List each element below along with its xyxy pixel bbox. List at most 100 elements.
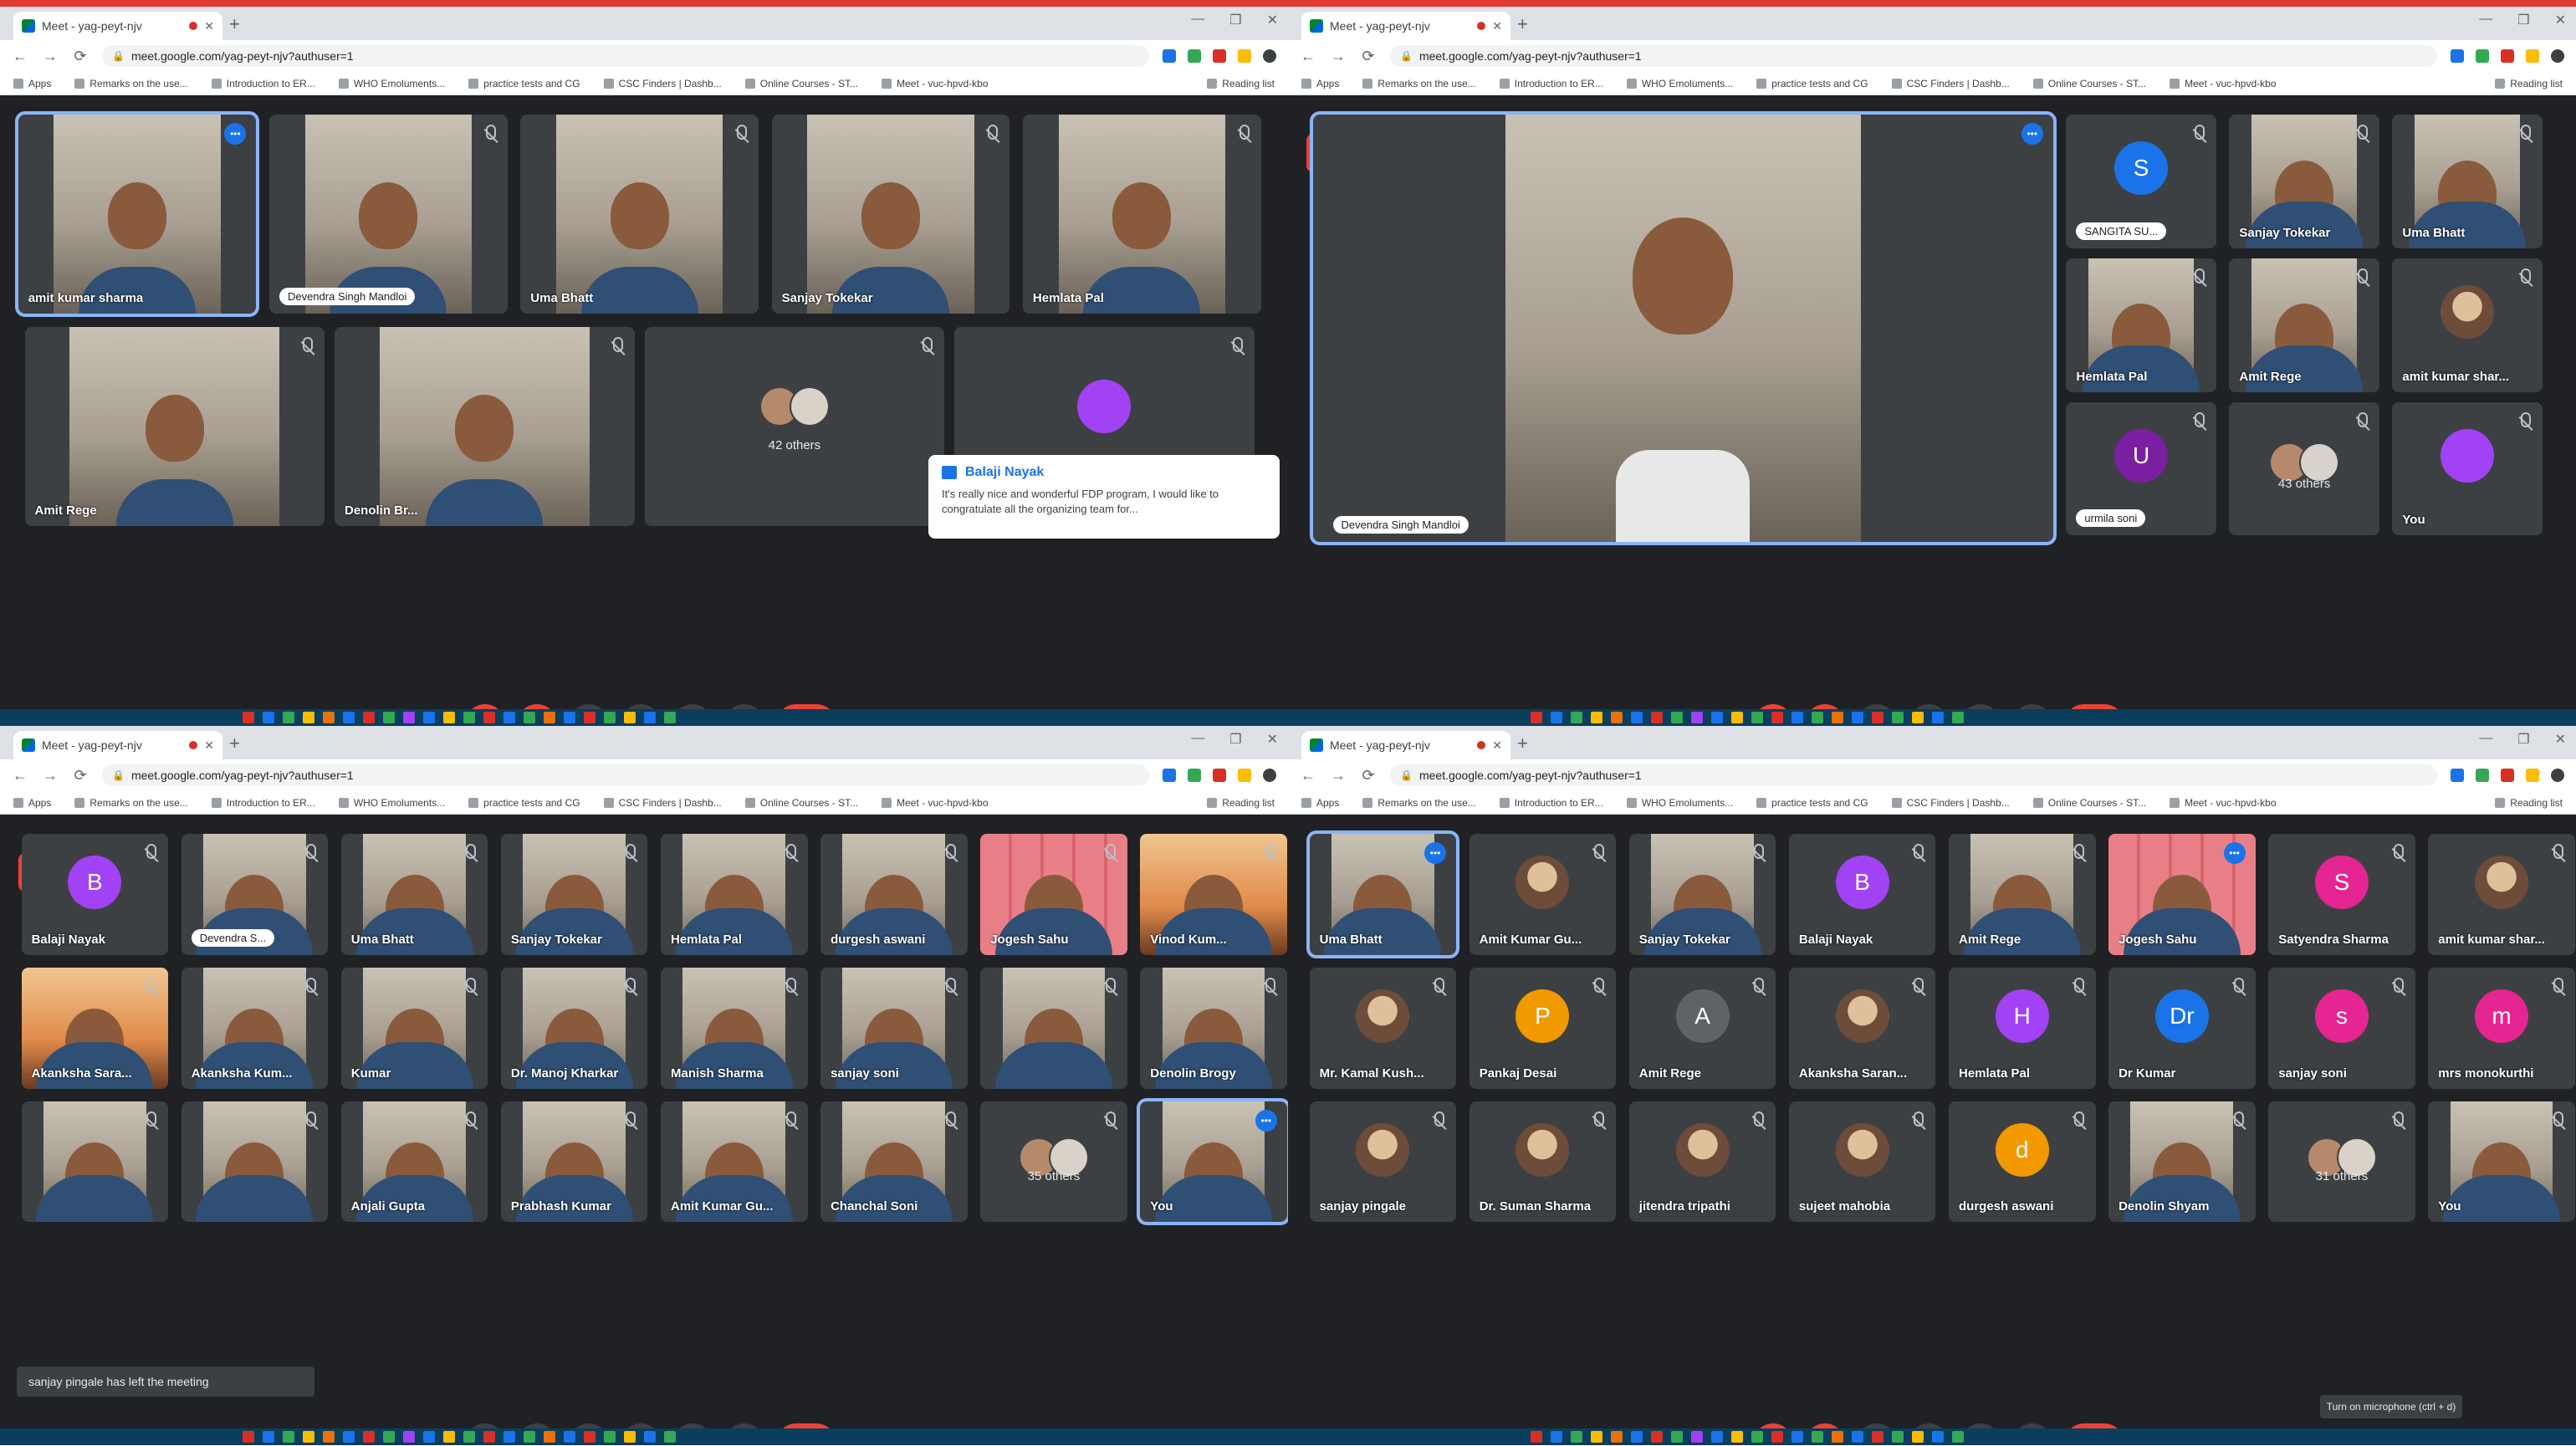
taskbar-app-icon[interactable] bbox=[363, 712, 375, 723]
taskbar-app-icon[interactable] bbox=[1912, 1431, 1924, 1443]
camera-icon[interactable] bbox=[2451, 49, 2464, 63]
taskbar-app-icon[interactable] bbox=[463, 1431, 475, 1443]
back-button[interactable]: ← bbox=[1300, 767, 1316, 784]
taskbar-app-icon[interactable] bbox=[1531, 1431, 1542, 1443]
taskbar-app-icon[interactable] bbox=[1711, 1431, 1723, 1443]
participant-tile[interactable]: ••• Uma Bhatt bbox=[1306, 830, 1460, 958]
taskbar-app-icon[interactable] bbox=[303, 1431, 314, 1443]
taskbar-app-icon[interactable] bbox=[323, 712, 335, 723]
bookmark-item[interactable]: CSC Finders | Dashb... bbox=[1891, 78, 2010, 89]
taskbar-app-icon[interactable] bbox=[263, 712, 274, 723]
taskbar-app-icon[interactable] bbox=[584, 1431, 595, 1443]
camera-icon[interactable] bbox=[2451, 769, 2464, 782]
participant-tile[interactable]: jitendra tripathi bbox=[1628, 1101, 1776, 1223]
pdf-icon[interactable] bbox=[1213, 769, 1226, 782]
taskbar-app-icon[interactable] bbox=[1832, 712, 1843, 723]
participant-tile[interactable]: 42 others bbox=[644, 326, 945, 526]
taskbar-app-icon[interactable] bbox=[1731, 712, 1743, 723]
taskbar-app-icon[interactable] bbox=[423, 712, 435, 723]
participant-tile[interactable]: Prabhash Kumar bbox=[500, 1101, 648, 1223]
participant-tile[interactable]: Chanchal Soni bbox=[820, 1101, 968, 1223]
minimize-button[interactable]: — bbox=[1191, 731, 1204, 748]
taskbar-app-icon[interactable] bbox=[1932, 1431, 1944, 1443]
taskbar-app-icon[interactable] bbox=[243, 1431, 254, 1443]
browser-tab[interactable]: Meet - yag-peyt-njv ✕ bbox=[1301, 12, 1510, 40]
taskbar-app-icon[interactable] bbox=[1932, 712, 1944, 723]
bookmark-item[interactable]: Online Courses - ST... bbox=[744, 797, 858, 809]
participant-tile[interactable]: Amit Rege bbox=[2229, 258, 2379, 392]
taskbar-app-icon[interactable] bbox=[1771, 712, 1783, 723]
participant-tile[interactable]: Akanksha Sara... bbox=[21, 968, 169, 1089]
participant-tile[interactable]: Uurmila soni bbox=[2066, 401, 2216, 536]
url-field[interactable]: 🔒 meet.google.com/yag-peyt-njv?authuser=1 bbox=[102, 45, 1149, 67]
taskbar-app-icon[interactable] bbox=[564, 712, 575, 723]
bookmark-item[interactable]: CSC Finders | Dashb... bbox=[1891, 797, 2010, 809]
participant-tile[interactable]: ••• amit kumar sharma bbox=[14, 111, 260, 318]
taskbar-app-icon[interactable] bbox=[604, 712, 616, 723]
taskbar-app-icon[interactable] bbox=[1791, 1431, 1803, 1443]
bookmark-item[interactable]: WHO Emoluments... bbox=[1626, 78, 1733, 89]
taskbar-app-icon[interactable] bbox=[644, 1431, 656, 1443]
taskbar-app-icon[interactable] bbox=[644, 712, 656, 723]
taskbar-app-icon[interactable] bbox=[1631, 1431, 1643, 1443]
star-icon[interactable] bbox=[1188, 769, 1201, 782]
taskbar-app-icon[interactable] bbox=[1571, 1431, 1582, 1443]
taskbar-app-icon[interactable] bbox=[1872, 712, 1883, 723]
back-button[interactable]: ← bbox=[12, 767, 28, 784]
participant-tile[interactable]: m mrs monokurthi bbox=[2428, 968, 2575, 1089]
participant-tile[interactable]: You bbox=[2392, 401, 2543, 536]
extension-icon[interactable] bbox=[2526, 49, 2539, 63]
taskbar-app-icon[interactable] bbox=[463, 712, 475, 723]
participant-tile[interactable]: s sanjay soni bbox=[2268, 968, 2415, 1089]
maximize-button[interactable]: ❐ bbox=[2517, 731, 2529, 748]
taskbar-app-icon[interactable] bbox=[403, 712, 415, 723]
taskbar-app-icon[interactable] bbox=[1551, 712, 1562, 723]
reload-button[interactable]: ⟳ bbox=[1360, 48, 1377, 65]
taskbar-app-icon[interactable] bbox=[584, 712, 595, 723]
taskbar-app-icon[interactable] bbox=[544, 712, 555, 723]
taskbar-app-icon[interactable] bbox=[343, 1431, 355, 1443]
participant-tile[interactable]: Akanksha Kum... bbox=[181, 968, 329, 1089]
bookmark-item[interactable]: Online Courses - ST... bbox=[2032, 78, 2146, 89]
reading-list-button[interactable]: Reading list bbox=[1207, 797, 1275, 809]
main-speaker-tile[interactable]: ••• Devendra Singh Mandloi bbox=[1309, 111, 2057, 546]
bookmark-item[interactable]: Introduction to ER... bbox=[1499, 797, 1603, 809]
taskbar-app-icon[interactable] bbox=[604, 1431, 616, 1443]
taskbar-app-icon[interactable] bbox=[1611, 712, 1623, 723]
taskbar-app-icon[interactable] bbox=[1751, 712, 1763, 723]
participant-tile[interactable]: S Satyendra Sharma bbox=[2268, 834, 2415, 955]
star-icon[interactable] bbox=[1188, 49, 1201, 63]
taskbar-app-icon[interactable] bbox=[1952, 1431, 1964, 1443]
participant-tile[interactable]: sujeet mahobia bbox=[1788, 1101, 1936, 1223]
participant-tile[interactable]: Dr Dr Kumar bbox=[2108, 968, 2256, 1089]
taskbar-app-icon[interactable] bbox=[1591, 712, 1602, 723]
participant-tile[interactable]: ••• Jogesh Sahu bbox=[2108, 834, 2256, 955]
taskbar-app-icon[interactable] bbox=[624, 1431, 636, 1443]
bookmark-item[interactable]: practice tests and CG bbox=[1756, 78, 1868, 89]
taskbar-app-icon[interactable] bbox=[1651, 1431, 1663, 1443]
bookmark-item[interactable]: Apps bbox=[13, 797, 51, 809]
bookmark-item[interactable]: WHO Emoluments... bbox=[1626, 797, 1733, 809]
taskbar-app-icon[interactable] bbox=[1852, 712, 1863, 723]
taskbar-app-icon[interactable] bbox=[263, 1431, 274, 1443]
new-tab-button[interactable]: + bbox=[1517, 733, 1528, 754]
taskbar-app-icon[interactable] bbox=[503, 712, 515, 723]
participant-tile[interactable]: Mr. Kamal Kush... bbox=[1309, 968, 1457, 1089]
participant-tile[interactable]: You bbox=[2428, 1101, 2575, 1223]
bookmark-item[interactable]: Remarks on the use... bbox=[1362, 78, 1476, 89]
bookmark-item[interactable]: CSC Finders | Dashb... bbox=[603, 797, 722, 809]
taskbar-app-icon[interactable] bbox=[1571, 712, 1582, 723]
participant-tile[interactable]: Amit Kumar Gu... bbox=[661, 1101, 808, 1223]
new-tab-button[interactable]: + bbox=[1517, 13, 1528, 35]
minimize-button[interactable]: — bbox=[2479, 731, 2492, 748]
extension-icon[interactable] bbox=[1238, 49, 1251, 63]
taskbar-app-icon[interactable] bbox=[664, 1431, 676, 1443]
participant-tile[interactable]: H Hemlata Pal bbox=[1949, 968, 2096, 1089]
participant-tile[interactable]: d durgesh aswani bbox=[1949, 1101, 2096, 1223]
taskbar-app-icon[interactable] bbox=[664, 712, 676, 723]
participant-tile[interactable]: Devendra S... bbox=[181, 834, 329, 955]
taskbar-app-icon[interactable] bbox=[1591, 1431, 1602, 1443]
taskbar-app-icon[interactable] bbox=[1551, 1431, 1562, 1443]
taskbar-app-icon[interactable] bbox=[1812, 712, 1823, 723]
close-tab-icon[interactable]: ✕ bbox=[204, 19, 214, 33]
